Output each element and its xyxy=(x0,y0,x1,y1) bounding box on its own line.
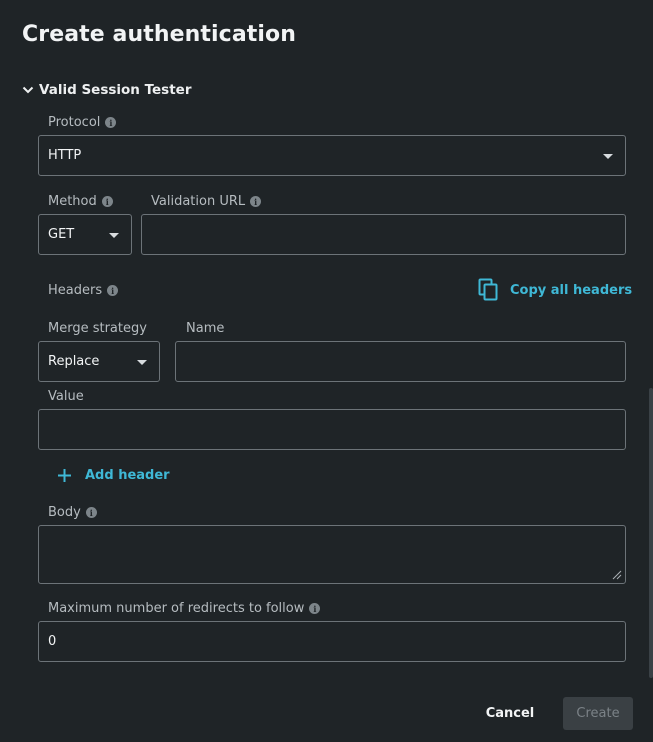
caret-down-icon xyxy=(603,153,613,159)
caret-down-icon xyxy=(109,232,119,238)
merge-strategy-label-text: Merge strategy xyxy=(48,321,147,336)
copy-all-headers-label: Copy all headers xyxy=(510,282,633,298)
method-select[interactable]: GET xyxy=(38,214,132,255)
info-icon[interactable]: i xyxy=(85,507,97,518)
protocol-select[interactable]: HTTP xyxy=(38,135,626,176)
scrollbar[interactable] xyxy=(649,388,653,678)
merge-strategy-select[interactable]: Replace xyxy=(38,341,160,382)
merge-strategy-value: Replace xyxy=(48,354,100,369)
headers-label: Headers i xyxy=(48,283,119,298)
max-redirects-label-text: Maximum number of redirects to follow xyxy=(48,601,305,616)
create-button[interactable]: Create xyxy=(563,697,633,730)
dialog-title: Create authentication xyxy=(22,22,297,47)
info-icon[interactable]: i xyxy=(101,196,113,207)
method-label: Method i xyxy=(48,194,113,209)
info-icon[interactable]: i xyxy=(250,196,262,207)
merge-strategy-label: Merge strategy xyxy=(48,321,147,336)
name-label-text: Name xyxy=(186,321,225,336)
header-name-input[interactable] xyxy=(175,341,626,382)
caret-down-icon xyxy=(137,359,147,365)
method-value: GET xyxy=(48,227,75,242)
section-toggle-valid-session-tester[interactable]: Valid Session Tester xyxy=(22,82,191,98)
protocol-label-text: Protocol xyxy=(48,115,101,130)
max-redirects-value: 0 xyxy=(48,634,57,649)
body-label-text: Body xyxy=(48,505,81,520)
copy-all-headers-button[interactable]: Copy all headers xyxy=(478,278,632,302)
chevron-down-icon xyxy=(22,86,34,94)
header-value-input[interactable] xyxy=(38,409,626,450)
plus-icon xyxy=(58,469,71,482)
validation-url-label-text: Validation URL xyxy=(151,194,246,209)
copy-icon xyxy=(478,278,498,301)
info-icon[interactable]: i xyxy=(105,117,117,128)
info-icon[interactable]: i xyxy=(107,285,119,296)
resize-grip-icon[interactable] xyxy=(612,570,622,580)
add-header-label: Add header xyxy=(85,468,170,483)
add-header-button[interactable]: Add header xyxy=(57,468,170,483)
value-label: Value xyxy=(48,389,84,404)
body-textarea[interactable] xyxy=(38,525,626,584)
validation-url-label: Validation URL i xyxy=(151,194,262,209)
max-redirects-input[interactable]: 0 xyxy=(38,621,626,662)
body-label: Body i xyxy=(48,505,97,520)
section-title: Valid Session Tester xyxy=(39,82,192,98)
headers-label-text: Headers xyxy=(48,283,103,298)
cancel-button[interactable]: Cancel xyxy=(479,697,541,730)
protocol-label: Protocol i xyxy=(48,115,117,130)
name-label: Name xyxy=(186,321,224,336)
info-icon[interactable]: i xyxy=(309,603,321,614)
max-redirects-label: Maximum number of redirects to follow i xyxy=(48,601,321,616)
method-label-text: Method xyxy=(48,194,97,209)
value-label-text: Value xyxy=(48,389,84,404)
validation-url-input[interactable] xyxy=(141,214,626,255)
protocol-value: HTTP xyxy=(48,148,82,163)
